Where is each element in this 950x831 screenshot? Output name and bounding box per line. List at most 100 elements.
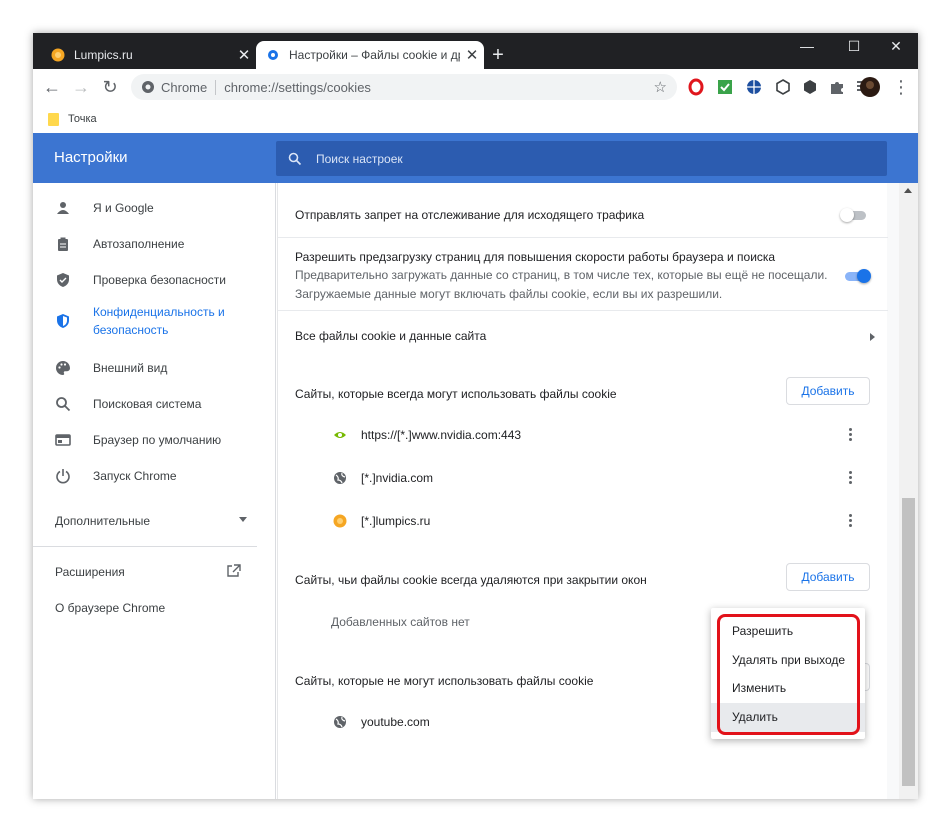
sidebar-item-default-browser[interactable]: Браузер по умолчанию [33,422,276,458]
annotation-highlight [717,614,860,735]
extensions-label: Расширения [55,565,125,579]
tab-title: Lumpics.ru [74,48,133,62]
advanced-label: Дополнительные [55,514,150,528]
puzzle-icon[interactable] [828,78,846,96]
globe-vpn-icon[interactable] [745,78,763,96]
menu-button[interactable]: ⋮ [888,74,914,100]
sidebar: Я и Google Автозаполнение Проверка безоп… [33,183,276,799]
dnt-toggle[interactable] [840,208,868,222]
orange-icon [333,514,347,528]
about-chrome-link[interactable]: О браузере Chrome [55,601,165,615]
settings-header: Настройки Поиск настроек [33,133,918,183]
bookmarks-bar: Точка [33,105,918,133]
sidebar-item-safety-check[interactable]: Проверка безопасности [33,262,276,298]
sidebar-item-label: Конфиденциальность и безопасность [93,303,225,339]
check-icon[interactable] [716,78,734,96]
new-tab-button[interactable]: + [484,41,512,69]
maximize-button[interactable]: ☐ [832,33,876,59]
sidebar-item-autofill[interactable]: Автозаполнение [33,226,276,262]
sidebar-item-label: Я и Google [93,201,154,215]
tab-strip: Lumpics.ru ✕ Настройки – Файлы cookie и … [33,33,918,69]
shield-check-icon [57,273,69,287]
search-input[interactable]: Поиск настроек [276,141,887,176]
search-icon [288,152,302,165]
cube-icon[interactable] [774,78,792,96]
bookmark-item[interactable]: Точка [68,113,97,125]
open-external-icon [227,564,241,577]
sidebar-item-label: Браузер по умолчанию [93,433,222,447]
all-cookies-label: Все файлы cookie и данные сайта [295,329,487,343]
clear-on-exit-heading: Сайты, чьи файлы cookie всегда удаляются… [295,573,647,587]
browser-icon [55,434,71,446]
chevron-down-icon [239,517,247,522]
list-item: https://[*.]www.nvidia.com:443 [333,425,853,445]
site-url: https://[*.]www.nvidia.com:443 [361,428,522,442]
sidebar-item-privacy[interactable]: Конфиденциальность и безопасность [33,301,276,341]
divider [278,237,888,238]
sidebar-item-on-startup[interactable]: Запуск Chrome [33,458,276,494]
sidebar-item-appearance[interactable]: Внешний вид [33,350,276,386]
dnt-label: Отправлять запрет на отслеживание для ис… [295,208,645,222]
all-cookies-row[interactable]: Все файлы cookie и данные сайта [295,329,875,343]
preload-label: Разрешить предзагрузку страниц для повыш… [295,250,776,264]
tab-lumpics[interactable]: Lumpics.ru ✕ [41,41,256,69]
site-url: youtube.com [361,715,430,729]
preload-desc-1: Предварительно загружать данные со стран… [295,268,828,282]
forward-button[interactable]: → [68,74,94,100]
more-actions-button[interactable] [846,514,854,530]
power-icon [56,469,70,484]
tab-close-button[interactable]: ✕ [232,46,256,64]
sidebar-divider [33,546,257,547]
preload-desc-2: Загружаемые данные могут включать файлы … [295,287,723,301]
site-chip: Chrome [161,79,217,95]
reload-button[interactable]: ↻ [97,74,123,100]
list-item: [*.]lumpics.ru [333,511,853,531]
sidebar-item-label: Запуск Chrome [93,469,177,483]
palette-icon [56,361,70,375]
person-icon [57,202,69,214]
shield-icon [57,314,69,328]
chrome-icon [142,81,154,93]
scrollbar-thumb[interactable] [902,498,915,786]
more-actions-button[interactable] [846,428,854,444]
extensions-link[interactable]: Расширения [55,564,241,579]
close-window-button[interactable]: ✕ [874,33,918,59]
sidebar-item-label: Внешний вид [93,361,168,375]
search-placeholder: Поиск настроек [316,151,403,166]
sidebar-item-label: Автозаполнение [93,237,185,251]
minimize-button[interactable]: — [785,33,829,59]
sidebar-item-search-engine[interactable]: Поисковая система [33,386,276,422]
allow-heading: Сайты, которые всегда могут использовать… [295,387,617,401]
clipboard-icon [58,237,68,251]
back-button[interactable]: ← [39,74,65,100]
toggle-knob [857,269,871,283]
preload-toggle[interactable] [843,269,871,283]
address-bar[interactable]: Chrome chrome://settings/cookies ☆ [131,74,677,100]
folder-icon [48,112,59,126]
sidebar-item-you-and-google[interactable]: Я и Google [33,190,276,226]
add-allow-button[interactable]: Добавить [786,377,870,405]
cube-outline-icon[interactable] [801,78,819,96]
bookmark-star-icon[interactable]: ☆ [654,78,667,96]
sidebar-item-label: Поисковая система [93,397,202,411]
browser-window: Lumpics.ru ✕ Настройки – Файлы cookie и … [33,33,918,799]
site-url: [*.]lumpics.ru [361,514,431,528]
more-actions-button[interactable] [846,471,854,487]
advanced-toggle[interactable]: Дополнительные [55,514,247,528]
scroll-up-arrow[interactable] [904,188,912,193]
url-text[interactable]: chrome://settings/cookies [224,80,371,95]
sidebar-item-label-line1: Конфиденциальность и [93,305,225,319]
toggle-knob [840,208,854,222]
avatar-icon[interactable] [859,76,881,98]
divider [278,310,888,311]
gear-icon [268,50,278,60]
empty-list-text: Добавленных сайтов нет [331,615,470,629]
opera-icon[interactable] [687,78,705,96]
tab-settings[interactable]: Настройки – Файлы cookie и др ✕ [256,41,484,69]
scrollbar[interactable] [899,183,918,799]
add-clear-on-exit-button[interactable]: Добавить [786,563,870,591]
list-item: [*.]nvidia.com [333,468,853,488]
search-icon [56,397,71,412]
orange-favicon-icon [51,48,65,62]
tab-close-button[interactable]: ✕ [460,46,484,64]
